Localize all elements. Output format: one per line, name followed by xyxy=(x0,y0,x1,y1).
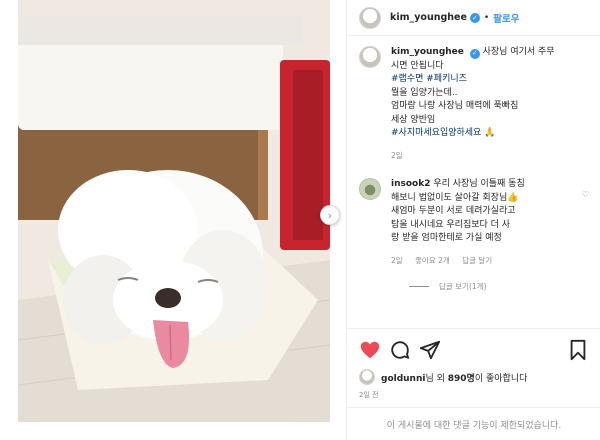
reply-dash xyxy=(409,286,429,287)
comment-meta: 2일 좋아요 2개 답글 달기 xyxy=(391,254,587,268)
caption-hashtags[interactable]: #사지마세요입양하세요 xyxy=(391,128,481,138)
comment-line: 랑 받을 엄마한테로 가실 예정 xyxy=(391,233,502,243)
pray-emoji-icon: 🙏 xyxy=(484,128,496,138)
caption-line: 시면 안됩니다 xyxy=(391,60,444,71)
post-timestamp[interactable]: 2일 전 xyxy=(359,390,379,400)
comment-likes[interactable]: 좋아요 2개 xyxy=(415,256,450,265)
comment-line: 새엄마 두분이 서로 데려가실라고 xyxy=(391,206,516,216)
chevron-right-icon: › xyxy=(327,208,333,222)
caption-line: 사장님 여기서 주무 xyxy=(482,47,555,57)
commenter-avatar[interactable] xyxy=(359,178,381,200)
likes-text: goldunni님 외 890명이 좋아합니다 xyxy=(381,371,527,384)
view-replies-label: 답글 보기(1개) xyxy=(439,282,487,291)
next-photo-button[interactable]: › xyxy=(320,205,340,225)
post-sidebar: kim_younghee ✓ • 팔로우 kim_younghee ✓ 사장님 … xyxy=(346,0,600,440)
verified-badge-icon: ✓ xyxy=(469,12,480,23)
post-photo[interactable] xyxy=(18,0,330,422)
likes-summary[interactable]: goldunni님 외 890명이 좋아합니다 xyxy=(359,369,527,385)
comment-line: 탐을 내시네요 우리집보다 더 사 xyxy=(391,219,511,230)
comment-text: insook2 우리 사장님 이틀째 동침 해보니 법없이도 살아갈 회장님👍 … xyxy=(391,178,587,267)
post-header: kim_younghee ✓ • 팔로우 xyxy=(347,0,600,36)
comment-reply-button[interactable]: 답글 달기 xyxy=(462,256,492,265)
caption-author-username[interactable]: kim_younghee xyxy=(391,47,464,57)
author-username[interactable]: kim_younghee xyxy=(390,12,467,23)
caption-line: 세상 양반임 xyxy=(391,114,436,125)
caption-text: kim_younghee ✓ 사장님 여기서 주무 시면 안됩니다 #랩수면 #… xyxy=(391,46,587,162)
author-avatar[interactable] xyxy=(359,6,381,29)
bookmark-icon[interactable] xyxy=(567,339,589,361)
comment-item: insook2 우리 사장님 이틀째 동침 해보니 법없이도 살아갈 회장님👍 … xyxy=(359,178,589,267)
liker-avatar[interactable] xyxy=(359,369,375,385)
comment-line: 우리 사장님 이틀째 동침 xyxy=(433,179,525,189)
view-replies-button[interactable]: 답글 보기(1개) xyxy=(409,281,589,292)
comments-section[interactable]: kim_younghee ✓ 사장님 여기서 주무 시면 안됩니다 #랩수면 #… xyxy=(347,36,600,326)
comment-icon[interactable] xyxy=(389,339,411,361)
comment-line: 해보니 법없이도 살아갈 회장님👍 xyxy=(391,192,519,203)
caption-time[interactable]: 2일 xyxy=(391,151,403,160)
action-icons-row xyxy=(359,339,589,361)
likes-count[interactable]: 890명 xyxy=(448,374,475,384)
comments-disabled-notice: 이 게시물에 대한 댓글 기능이 제한되었습니다. xyxy=(347,407,600,440)
post-actions: goldunni님 외 890명이 좋아합니다 2일 전 이 게시물에 대한 댓… xyxy=(347,328,600,440)
comment-time[interactable]: 2일 xyxy=(391,256,403,265)
caption-block: kim_younghee ✓ 사장님 여기서 주무 시면 안됩니다 #랩수면 #… xyxy=(359,46,589,162)
share-icon[interactable] xyxy=(419,339,441,361)
commenter-username[interactable]: insook2 xyxy=(391,179,430,189)
caption-line: 뭘을 입양가는데.. xyxy=(391,87,458,98)
caption-author-avatar[interactable] xyxy=(359,46,381,68)
likes-suffix: 이 좋아합니다 xyxy=(474,373,528,384)
likes-suffix: 님 외 xyxy=(425,373,448,384)
dog-photo-illustration xyxy=(18,0,330,422)
comment-like-heart-icon[interactable]: ♡ xyxy=(582,190,589,199)
caption-line: 엄마랑 나랑 사장님 매력에 푹빠짐 xyxy=(391,101,519,111)
caption-meta: 2일 xyxy=(391,149,587,163)
liker-username[interactable]: goldunni xyxy=(381,374,425,384)
separator-dot: • xyxy=(483,12,490,23)
heart-icon[interactable] xyxy=(359,339,381,361)
caption-hashtags[interactable]: #랩수면 #페키니즈 xyxy=(391,73,587,87)
follow-button[interactable]: 팔로우 xyxy=(493,11,519,25)
verified-badge-icon: ✓ xyxy=(469,48,480,59)
